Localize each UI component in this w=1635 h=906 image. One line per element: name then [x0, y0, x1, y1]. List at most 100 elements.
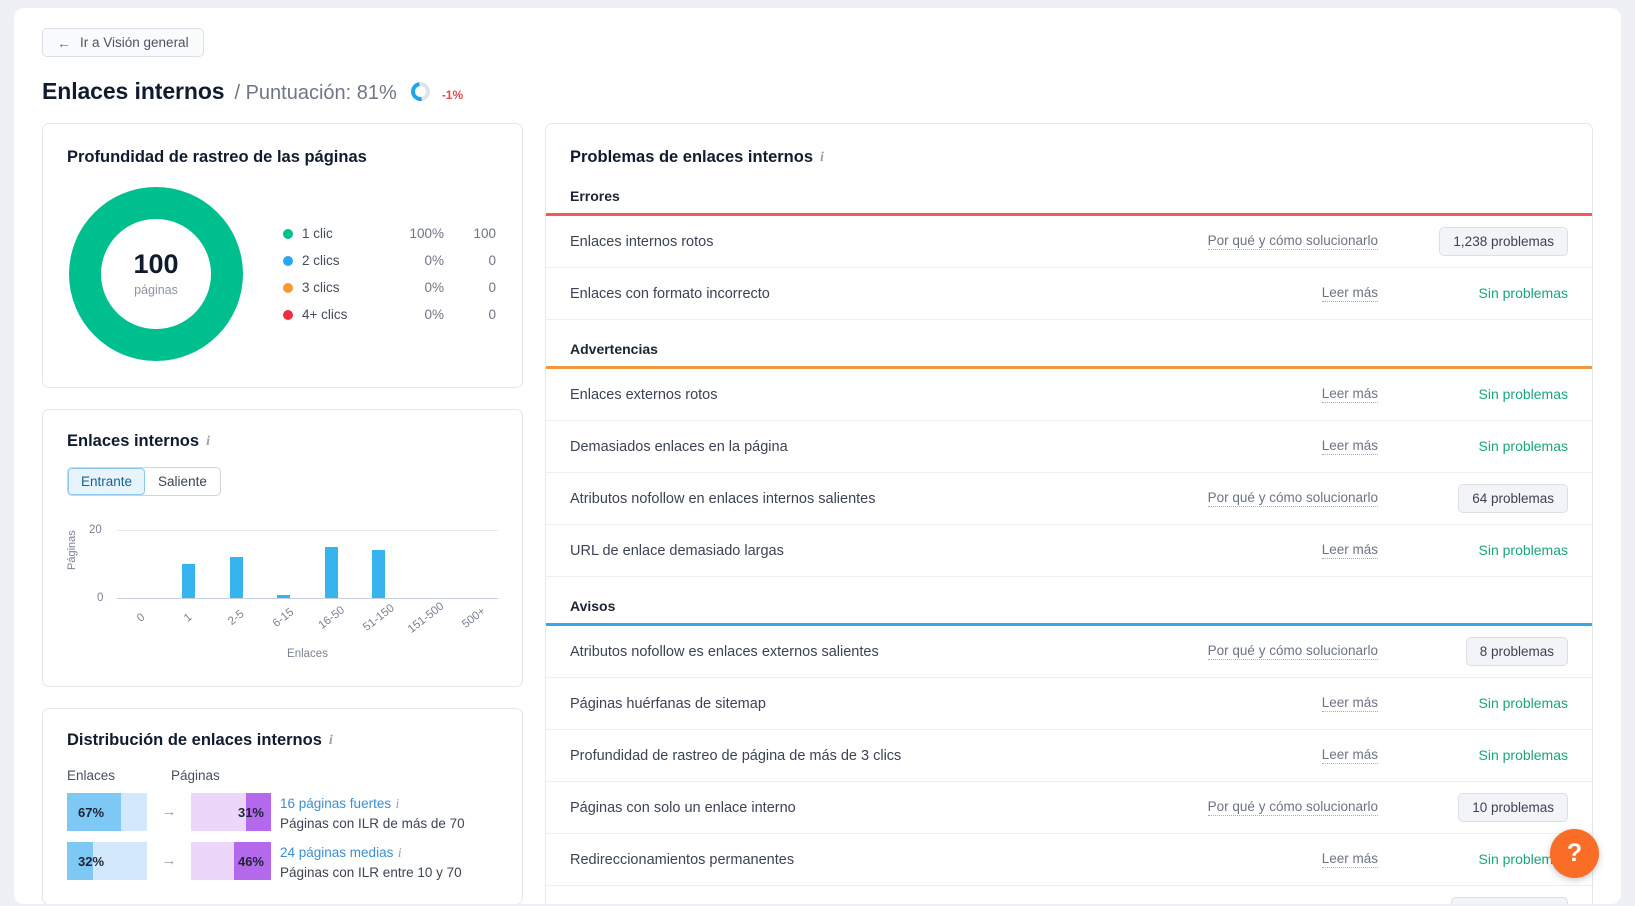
distribution-description: Páginas con ILR de más de 70: [280, 815, 465, 831]
issue-row[interactable]: Páginas huérfanas de sitemap Leer más Sin …: [546, 678, 1592, 730]
distribution-text: 24 páginas medias i Páginas con ILR entre…: [280, 842, 462, 881]
issue-help-link[interactable]: Leer más: [1321, 438, 1378, 455]
legend-label: 4+ clics: [302, 307, 348, 322]
issue-value: Sin problemas: [1408, 437, 1569, 456]
question-mark-icon: ?: [1566, 839, 1583, 867]
issue-row[interactable]: Profundidad de rastreo de página de más …: [546, 730, 1592, 782]
info-icon[interactable]: i: [398, 845, 402, 863]
bar-series: [117, 530, 498, 598]
bar-slot: [450, 530, 498, 598]
issue-help-link[interactable]: Leer más: [1321, 386, 1378, 403]
bar-slot: [403, 530, 451, 598]
info-icon[interactable]: i: [820, 150, 824, 166]
bar-slot: [355, 530, 403, 598]
issue-no-problems-label: Sin problemas: [1478, 541, 1569, 558]
help-button[interactable]: ?: [1550, 829, 1599, 878]
internal-links-card: Enlaces internos i Entrante Saliente Pág…: [42, 409, 523, 687]
donut-center-value: 100: [133, 249, 179, 279]
issue-row[interactable]: Demasiados enlaces en la página Leer más S…: [546, 421, 1592, 473]
toggle-outgoing[interactable]: Saliente: [145, 468, 220, 495]
x-tick-label: 500+: [460, 605, 489, 631]
issue-no-problems-label: Sin problemas: [1478, 746, 1569, 763]
info-icon[interactable]: i: [329, 733, 333, 749]
x-tick: 6-15: [260, 604, 308, 630]
x-tick: 51-150: [355, 602, 403, 634]
crawl-depth-title: Profundidad de rastreo de las páginas: [67, 148, 367, 166]
issue-help-link[interactable]: Leer más: [1321, 747, 1378, 764]
issue-help-link[interactable]: Leer más: [1321, 542, 1378, 559]
bar[interactable]: [181, 564, 195, 598]
x-tick-label: 6-15: [270, 606, 297, 630]
issue-value: Sin problemas: [1408, 851, 1569, 869]
info-icon[interactable]: i: [396, 796, 400, 814]
issue-value: Sin problemas: [1408, 746, 1569, 765]
legend-count: 0: [488, 307, 496, 322]
legend-row: 2 clics 0% 0: [283, 247, 498, 274]
donut-center-unit: páginas: [134, 283, 178, 297]
issue-row[interactable]: Atributos nofollow es enlaces externos s…: [546, 626, 1592, 678]
distribution-column-headers: Enlaces Páginas: [67, 768, 498, 783]
bar[interactable]: [229, 557, 243, 598]
issue-count-badge[interactable]: 64 problemas: [1458, 484, 1568, 513]
issue-row[interactable]: Páginas con solo un enlace interno Por qu…: [546, 782, 1592, 834]
distribution-rows: 67% → 31% 16 páginas fuertes i Páginas con I…: [67, 793, 498, 882]
issue-no-problems-label: Sin problemas: [1478, 284, 1569, 301]
issue-row[interactable]: URL de enlace demasiado largas Leer más Si…: [546, 525, 1592, 577]
issue-row[interactable]: Enlaces con formato incorrecto Leer más Si…: [546, 268, 1592, 320]
issue-help-link[interactable]: Por qué y cómo solucionarlo: [1207, 643, 1378, 660]
issue-value: Sin problemas: [1408, 284, 1569, 303]
issue-row[interactable]: Recursos formateados como enlaces de pág…: [546, 886, 1592, 904]
right-column: Problemas de enlaces internos i Errores E…: [545, 123, 1593, 904]
distribution-link[interactable]: 24 páginas medias: [280, 845, 393, 860]
issue-row[interactable]: Enlaces internos rotos Por qué y cómo sol…: [546, 216, 1592, 268]
back-to-overview-button[interactable]: ← Ir a Visión general: [42, 28, 204, 57]
issue-help-link[interactable]: Por qué y cómo solucionarlo: [1207, 799, 1378, 816]
issue-help-link[interactable]: Por qué y cómo solucionarlo: [1208, 903, 1378, 904]
left-column: Profundidad de rastreo de las páginas 10…: [42, 123, 523, 904]
bar[interactable]: [372, 550, 386, 598]
issue-no-problems-label: Sin problemas: [1478, 694, 1569, 711]
issue-help-link[interactable]: Leer más: [1321, 851, 1378, 868]
issue-name: Atributos nofollow en enlaces internos s…: [570, 490, 876, 507]
issue-count-badge[interactable]: 8 problemas: [1465, 637, 1568, 666]
bar[interactable]: [324, 547, 338, 598]
x-tick: 1: [165, 604, 213, 624]
issue-row[interactable]: Redireccionamientos permanentes Leer más S…: [546, 834, 1592, 886]
legend-color-dot: [283, 255, 293, 266]
links-distribution-card: Distribución de enlaces internos i Enlac…: [42, 708, 523, 904]
links-direction-toggle[interactable]: Entrante Saliente: [67, 467, 221, 496]
issue-name: Demasiados enlaces en la página: [570, 438, 788, 455]
legend-percent: 0%: [424, 280, 444, 295]
bar[interactable]: [277, 595, 291, 598]
x-tick: 151-500: [403, 600, 451, 635]
distribution-row: 32% → 46% 24 páginas medias i Páginas con IL…: [67, 842, 498, 881]
distribution-link[interactable]: 16 páginas fuertes: [280, 796, 391, 811]
x-tick-label: 0: [134, 611, 148, 625]
issue-name: URL de enlace demasiado largas: [570, 542, 784, 559]
issue-row[interactable]: Enlaces externos rotos Leer más Sin proble…: [546, 369, 1592, 421]
links-distribution-title: Distribución de enlaces internos i: [67, 731, 498, 750]
page-title: Enlaces internos: [42, 78, 225, 104]
issue-no-problems-label: Sin problemas: [1478, 385, 1569, 402]
issue-name: Páginas huérfanas de sitemap: [570, 695, 766, 712]
issue-help-link[interactable]: Leer más: [1321, 695, 1378, 712]
x-tick-label: 151-500: [406, 600, 447, 636]
legend-row: 4+ clics 0% 0: [283, 301, 498, 328]
links-share-value: 32%: [78, 853, 105, 869]
issue-value: 64 problemas: [1408, 484, 1568, 513]
issues-title-text: Problemas de enlaces internos: [570, 148, 814, 166]
bar-slot: [212, 530, 260, 598]
info-icon[interactable]: i: [206, 434, 210, 450]
issue-help-link[interactable]: Por qué y cómo solucionarlo: [1207, 233, 1378, 250]
issue-help-link[interactable]: Leer más: [1321, 285, 1378, 302]
toggle-incoming[interactable]: Entrante: [68, 468, 146, 495]
issue-count-badge[interactable]: 100 problemas: [1450, 897, 1568, 904]
back-button-label: Ir a Visión general: [80, 35, 189, 50]
score-ring-icon: [407, 78, 434, 105]
issue-help-link[interactable]: Por qué y cómo solucionarlo: [1207, 490, 1378, 507]
issue-row[interactable]: Atributos nofollow en enlaces internos s…: [546, 473, 1592, 525]
issue-name: Enlaces con formato incorrecto: [570, 285, 770, 302]
issue-no-problems-label: Sin problemas: [1478, 437, 1569, 454]
issue-count-badge[interactable]: 1,238 problemas: [1439, 227, 1568, 256]
issue-count-badge[interactable]: 10 problemas: [1458, 793, 1568, 822]
